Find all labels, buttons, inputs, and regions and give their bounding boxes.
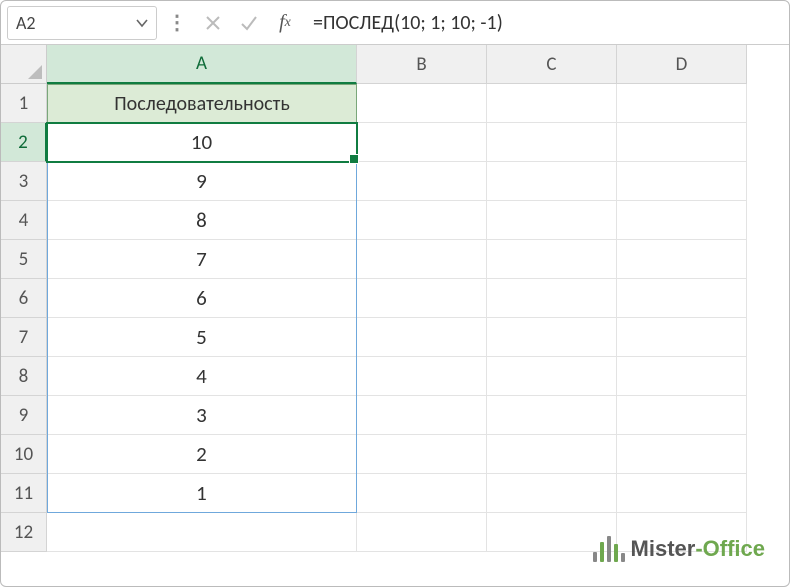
cell-D1[interactable] (617, 84, 747, 123)
cell-C4[interactable] (487, 201, 617, 240)
cell-B5[interactable] (357, 240, 487, 279)
cell-C7[interactable] (487, 318, 617, 357)
column-header-A[interactable]: A (47, 45, 357, 84)
spreadsheet-grid[interactable]: ABCD1Последовательность21039485766758493… (1, 45, 789, 552)
cell-B3[interactable] (357, 162, 487, 201)
column-header-D[interactable]: D (617, 45, 747, 84)
name-box-value: A2 (16, 12, 36, 34)
fx-icon[interactable]: fx (269, 7, 301, 39)
cell-C3[interactable] (487, 162, 617, 201)
cell-B4[interactable] (357, 201, 487, 240)
cell-A3[interactable]: 9 (47, 162, 357, 201)
cell-A2[interactable]: 10 (47, 123, 357, 162)
row-header-9[interactable]: 9 (1, 396, 47, 435)
cell-C9[interactable] (487, 396, 617, 435)
separator-icon: ⋮ (161, 10, 193, 35)
row-header-5[interactable]: 5 (1, 240, 47, 279)
cell-D11[interactable] (617, 474, 747, 513)
cell-C5[interactable] (487, 240, 617, 279)
row-header-10[interactable]: 10 (1, 435, 47, 474)
cell-C6[interactable] (487, 279, 617, 318)
row-header-1[interactable]: 1 (1, 84, 47, 123)
cell-D4[interactable] (617, 201, 747, 240)
cancel-icon[interactable] (197, 7, 229, 39)
column-header-B[interactable]: B (357, 45, 487, 84)
cell-B7[interactable] (357, 318, 487, 357)
cell-B11[interactable] (357, 474, 487, 513)
row-header-11[interactable]: 11 (1, 474, 47, 513)
row-header-8[interactable]: 8 (1, 357, 47, 396)
row-header-2[interactable]: 2 (1, 123, 47, 162)
cell-A7[interactable]: 5 (47, 318, 357, 357)
cell-A1[interactable]: Последовательность (47, 84, 357, 123)
cell-D5[interactable] (617, 240, 747, 279)
cell-B9[interactable] (357, 396, 487, 435)
row-header-3[interactable]: 3 (1, 162, 47, 201)
cell-B8[interactable] (357, 357, 487, 396)
row-header-6[interactable]: 6 (1, 279, 47, 318)
cell-D7[interactable] (617, 318, 747, 357)
watermark-text: Mister-Office (631, 536, 765, 562)
row-header-12[interactable]: 12 (1, 513, 47, 552)
cell-A6[interactable]: 6 (47, 279, 357, 318)
formula-input[interactable] (305, 6, 783, 40)
watermark: Mister-Office (593, 536, 765, 562)
cell-D6[interactable] (617, 279, 747, 318)
cell-C2[interactable] (487, 123, 617, 162)
chevron-down-icon[interactable] (136, 12, 148, 34)
cell-C8[interactable] (487, 357, 617, 396)
cell-C10[interactable] (487, 435, 617, 474)
cell-C1[interactable] (487, 84, 617, 123)
row-header-7[interactable]: 7 (1, 318, 47, 357)
cell-B6[interactable] (357, 279, 487, 318)
logo-bars-icon (593, 536, 625, 562)
cell-D8[interactable] (617, 357, 747, 396)
cell-D10[interactable] (617, 435, 747, 474)
cell-A9[interactable]: 3 (47, 396, 357, 435)
cell-A12[interactable] (47, 513, 357, 552)
formula-bar: A2 ⋮ fx (1, 1, 789, 45)
cell-B2[interactable] (357, 123, 487, 162)
cell-A10[interactable]: 2 (47, 435, 357, 474)
cell-B1[interactable] (357, 84, 487, 123)
cell-C11[interactable] (487, 474, 617, 513)
cell-A11[interactable]: 1 (47, 474, 357, 513)
cell-D2[interactable] (617, 123, 747, 162)
cell-B12[interactable] (357, 513, 487, 552)
cell-B10[interactable] (357, 435, 487, 474)
select-all-corner[interactable] (1, 45, 47, 84)
cell-A5[interactable]: 7 (47, 240, 357, 279)
name-box[interactable]: A2 (7, 6, 157, 40)
row-header-4[interactable]: 4 (1, 201, 47, 240)
enter-icon[interactable] (233, 7, 265, 39)
cell-D3[interactable] (617, 162, 747, 201)
cell-A8[interactable]: 4 (47, 357, 357, 396)
column-header-C[interactable]: C (487, 45, 617, 84)
cell-A4[interactable]: 8 (47, 201, 357, 240)
cell-D9[interactable] (617, 396, 747, 435)
